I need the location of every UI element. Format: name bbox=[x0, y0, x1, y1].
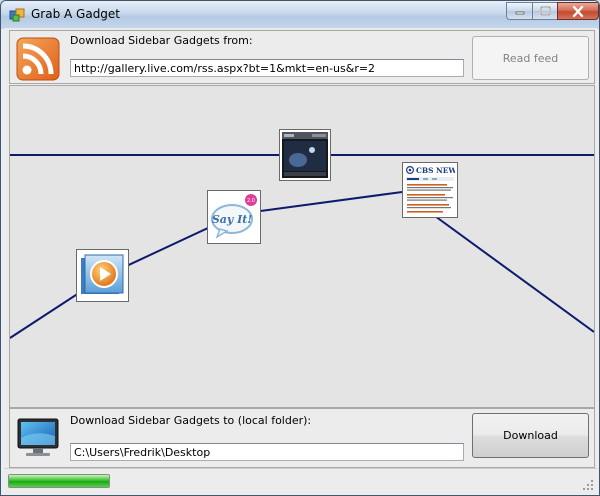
gadget-thumb-video[interactable] bbox=[279, 129, 331, 181]
gadget-canvas: Say It! 2.0 CBS NE bbox=[9, 85, 595, 408]
folder-path-input[interactable]: C:\Users\Fredrik\Desktop bbox=[70, 443, 464, 461]
status-bar bbox=[4, 468, 597, 494]
cbs-news-icon: CBS NEWS bbox=[405, 165, 462, 215]
app-icon bbox=[9, 8, 25, 22]
maximize-icon bbox=[539, 6, 551, 16]
rss-feed-icon bbox=[16, 37, 60, 81]
source-label: Download Sidebar Gadgets from: bbox=[70, 34, 253, 47]
feed-url-input[interactable]: http://gallery.live.com/rss.aspx?bt=1&mk… bbox=[70, 59, 464, 77]
media-player-icon bbox=[81, 254, 124, 294]
download-button[interactable]: Download bbox=[472, 413, 589, 458]
minimize-button[interactable] bbox=[506, 2, 533, 20]
destination-label: Download Sidebar Gadgets to (local folde… bbox=[70, 414, 312, 427]
video-thumbnail-icon bbox=[282, 132, 328, 178]
close-button[interactable] bbox=[557, 2, 599, 20]
resize-grip-icon[interactable] bbox=[583, 480, 594, 491]
client-area: Download Sidebar Gadgets from: http://ga… bbox=[4, 28, 597, 494]
close-icon bbox=[572, 5, 584, 17]
title-bar[interactable]: Grab A Gadget bbox=[1, 1, 599, 29]
maximize-button[interactable] bbox=[532, 2, 558, 20]
destination-panel: Download Sidebar Gadgets to (local folde… bbox=[9, 408, 595, 468]
say-it-badge: 2.0 bbox=[247, 198, 255, 204]
cbs-news-text: CBS NEWS bbox=[416, 166, 455, 175]
read-feed-button[interactable]: Read feed bbox=[472, 36, 589, 80]
window-title: Grab A Gadget bbox=[31, 7, 121, 21]
gadget-thumb-media-player[interactable] bbox=[76, 249, 129, 302]
monitor-icon bbox=[17, 418, 59, 456]
app-window: Grab A Gadget Download Sidebar Gadgets f… bbox=[0, 0, 600, 496]
progress-fill bbox=[9, 475, 109, 487]
progress-bar bbox=[8, 474, 110, 488]
say-it-icon: Say It! 2.0 bbox=[211, 194, 257, 239]
say-it-text: Say It! bbox=[212, 213, 253, 226]
source-panel: Download Sidebar Gadgets from: http://ga… bbox=[9, 30, 595, 84]
gadget-thumb-cbs-news[interactable]: CBS NEWS bbox=[402, 162, 462, 218]
minimize-icon bbox=[515, 11, 524, 15]
gadget-thumb-say-it[interactable]: Say It! 2.0 bbox=[207, 190, 261, 244]
